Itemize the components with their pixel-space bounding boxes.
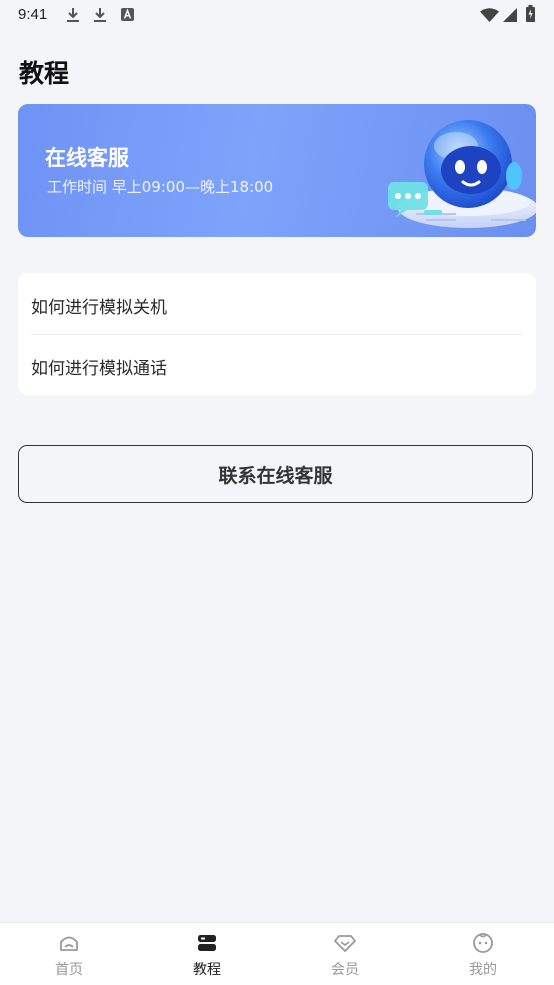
list-item[interactable]: 如何进行模拟通话 bbox=[18, 334, 536, 395]
status-time: 9:41 bbox=[18, 6, 48, 23]
list-item-label: 如何进行模拟通话 bbox=[31, 359, 167, 379]
tab-home[interactable]: 首页 bbox=[0, 923, 138, 985]
service-hours: 工作时间 早上09:00—晚上18:00 bbox=[47, 178, 274, 196]
status-bar: 9:41 bbox=[0, 0, 554, 30]
bottom-tab-bar: 首页 教程 会员 我的 bbox=[0, 922, 554, 985]
download-icon bbox=[67, 8, 79, 22]
tab-membership[interactable]: 会员 bbox=[276, 923, 414, 985]
tab-label: 首页 bbox=[55, 962, 83, 978]
customer-service-banner[interactable]: 在线客服 工作时间 早上09:00—晚上18:00 bbox=[18, 104, 536, 237]
tab-mine[interactable]: 我的 bbox=[414, 923, 552, 985]
smiley-icon bbox=[473, 933, 493, 953]
diamond-icon bbox=[334, 935, 356, 952]
home-icon bbox=[60, 936, 78, 951]
tutorial-list: 如何进行模拟关机 如何进行模拟通话 bbox=[18, 273, 536, 395]
banner-title: 在线客服 bbox=[45, 146, 129, 170]
page-title: 教程 bbox=[19, 59, 70, 88]
tab-label: 会员 bbox=[331, 962, 359, 978]
list-item[interactable]: 如何进行模拟关机 bbox=[18, 273, 536, 334]
font-a-icon bbox=[121, 8, 134, 21]
wifi-icon bbox=[480, 8, 499, 22]
signal-icon bbox=[503, 8, 517, 22]
tab-label: 我的 bbox=[469, 962, 497, 978]
tab-label: 教程 bbox=[193, 962, 221, 978]
robot-mascot-icon bbox=[388, 120, 536, 228]
tab-tutorial[interactable]: 教程 bbox=[138, 923, 276, 985]
list-item-label: 如何进行模拟关机 bbox=[31, 298, 167, 318]
download-icon bbox=[94, 8, 106, 22]
tutorial-icon bbox=[198, 935, 216, 951]
battery-icon bbox=[526, 5, 535, 22]
contact-service-button[interactable]: 联系在线客服 bbox=[18, 445, 533, 503]
